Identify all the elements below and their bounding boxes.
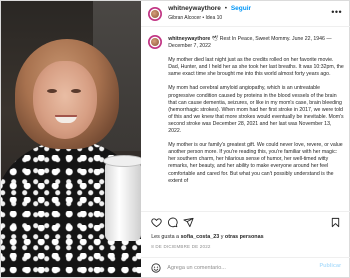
header-separator: • [224, 5, 228, 12]
caption-username[interactable]: whitneywaythore [168, 36, 210, 42]
photo-eye-right [71, 89, 81, 93]
post-header: whitneywaythore • Seguir Gibran Alcocer … [141, 1, 350, 27]
post-photo[interactable] [1, 1, 142, 277]
instagram-post-modal: whitneywaythore • Seguir Gibran Alcocer … [0, 0, 350, 278]
emoji-icon[interactable] [151, 263, 161, 273]
photo-cup [103, 155, 142, 241]
publish-button[interactable]: Publicar [319, 263, 341, 269]
more-options-icon[interactable]: ••• [331, 7, 342, 17]
post-side-panel: whitneywaythore • Seguir Gibran Alcocer … [141, 1, 350, 277]
caption-paragraph: My mother died last night just as the cr… [168, 57, 344, 78]
header-audio-subtitle[interactable]: Gibran Alcocer • Idea 10 [168, 15, 222, 21]
likes-others[interactable]: otras personas [225, 234, 264, 240]
caption-paragraph: My mother is our family's greatest gift.… [168, 142, 343, 184]
comment-bar: Publicar [141, 257, 350, 277]
heart-icon[interactable] [151, 217, 162, 228]
comment-icon[interactable] [167, 217, 178, 228]
photo-eye-left [47, 89, 57, 93]
likes-prefix: Les gusta a [151, 234, 181, 240]
likes-summary: Les gusta a sofia_costa_23 y otras perso… [151, 234, 263, 240]
avatar[interactable] [148, 7, 163, 21]
likes-user[interactable]: sofia_costa_23 [181, 234, 220, 240]
post-date[interactable]: 8 de diciembre de 2022 [151, 244, 210, 249]
share-icon[interactable] [183, 217, 194, 228]
caption-area: whitneywaythore 🕊 Rest In Peace, Sweet M… [141, 28, 350, 211]
header-user-line: whitneywaythore • Seguir [168, 5, 251, 12]
caption-paragraph: My mom had cerebral amyloid angiopathy, … [168, 85, 344, 135]
comment-input[interactable] [167, 262, 318, 274]
photo-woman-face [33, 61, 97, 139]
caption-text: whitneywaythore 🕊 Rest In Peace, Sweet M… [168, 36, 344, 192]
header-username[interactable]: whitneywaythore [168, 5, 221, 12]
caption-avatar[interactable] [148, 35, 163, 49]
follow-button[interactable]: Seguir [231, 5, 251, 12]
bookmark-icon[interactable] [330, 217, 341, 228]
caption-paragraph: whitneywaythore 🕊 Rest In Peace, Sweet M… [168, 36, 344, 50]
action-bar [141, 211, 350, 231]
